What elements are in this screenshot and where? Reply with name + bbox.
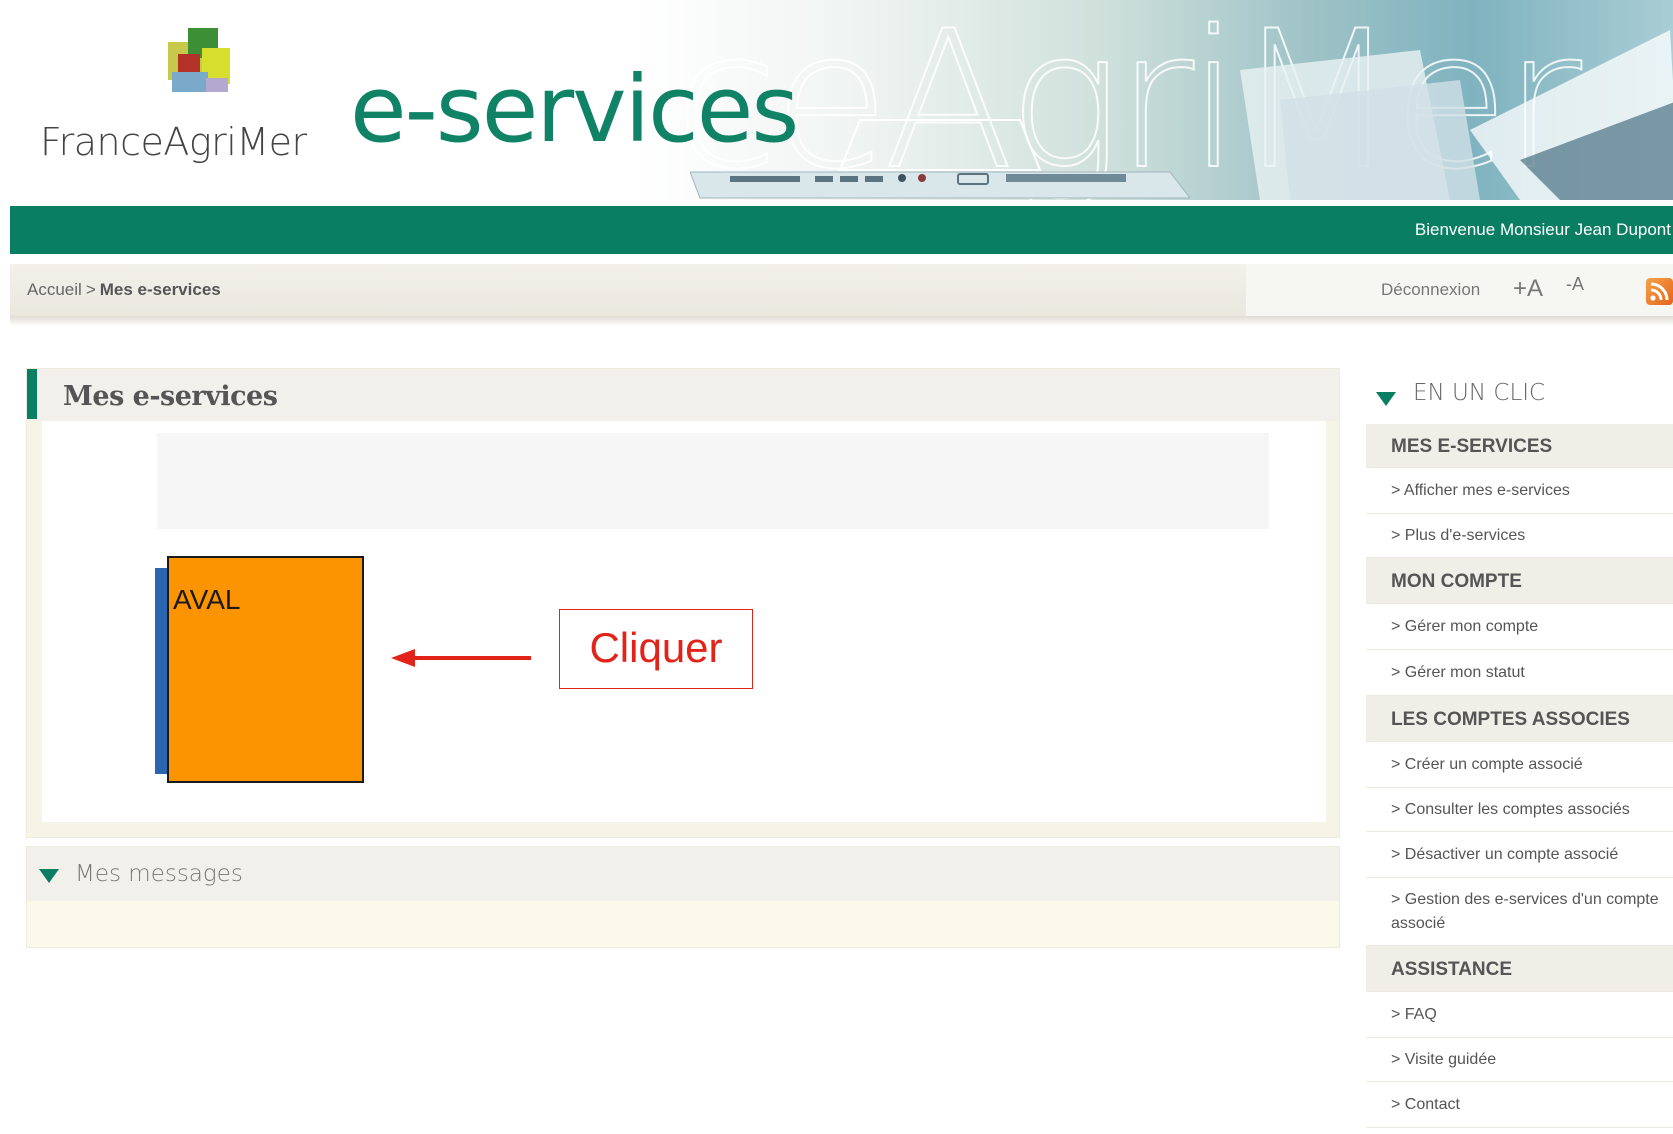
sidebar-link-gerer-mon-statut[interactable]: > Gérer mon statut: [1366, 650, 1673, 696]
breadcrumb-home-link[interactable]: Accueil: [27, 280, 82, 299]
sidebar-title[interactable]: EN UN CLIC: [1413, 380, 1545, 406]
sidebar-link-plus-e-services[interactable]: > Plus d'e-services: [1366, 514, 1673, 558]
panel-accent-bar: [27, 369, 37, 419]
sidebar-section-mes-e-services: MES E-SERVICES: [1366, 424, 1673, 468]
breadcrumb: Accueil > Mes e-services: [27, 280, 221, 300]
sidebar-link-contact[interactable]: > Contact: [1366, 1082, 1673, 1128]
logo-text[interactable]: FranceAgriMer: [40, 120, 307, 164]
sidebar-link-creer-compte-associe[interactable]: > Créer un compte associé: [1366, 742, 1673, 788]
sidebar-link-afficher-mes-e-services[interactable]: > Afficher mes e-services: [1366, 468, 1673, 514]
welcome-message: Bienvenue Monsieur Jean Dupont: [1414, 220, 1671, 239]
sidebar-section-mon-compte: MON COMPTE: [1366, 558, 1673, 604]
franceagrimer-logo-icon[interactable]: [168, 28, 238, 94]
logout-link[interactable]: Déconnexion: [1381, 280, 1480, 300]
services-strip: [157, 433, 1269, 529]
top-green-bar: Bienvenue Monsieur Jean Dupont: [10, 206, 1673, 254]
aval-service-tile[interactable]: AVAL: [167, 556, 364, 783]
click-annotation-text: Cliquer: [589, 624, 723, 671]
rss-icon[interactable]: [1646, 278, 1673, 305]
panel-title: Mes e-services: [63, 381, 278, 412]
sidebar-link-gerer-mon-compte[interactable]: > Gérer mon compte: [1366, 604, 1673, 650]
font-decrease-button[interactable]: -A: [1566, 274, 1584, 295]
sidebar-header[interactable]: EN UN CLIC: [1366, 366, 1673, 424]
breadcrumb-bar: Accueil > Mes e-services Déconnexion +A -A: [10, 264, 1673, 316]
sidebar-link-faq[interactable]: > FAQ: [1366, 992, 1673, 1038]
breadcrumb-separator: >: [85, 280, 96, 299]
user-tools: Déconnexion +A -A: [1246, 264, 1673, 316]
aval-tile-label: AVAL: [173, 584, 241, 615]
panel-body: AVAL Cliquer: [42, 421, 1326, 822]
click-annotation: Cliquer: [559, 609, 753, 689]
sidebar-section-assistance: ASSISTANCE: [1366, 946, 1673, 992]
sidebar-section-comptes-associes: LES COMPTES ASSOCIES: [1366, 696, 1673, 742]
header-banner: nceAgriMer FranceAgriMer e-services: [0, 0, 1673, 200]
mes-messages-panel: Mes messages: [26, 846, 1340, 948]
triangle-down-icon[interactable]: [39, 869, 59, 883]
font-increase-button[interactable]: +A: [1513, 275, 1543, 303]
breadcrumb-shadow: [10, 316, 1673, 326]
sidebar-link-consulter-comptes-associes[interactable]: > Consulter les comptes associés: [1366, 788, 1673, 832]
papers-illustration-icon: [1240, 30, 1673, 200]
triangle-down-icon[interactable]: [1376, 392, 1396, 406]
sidebar-link-visite-guidee[interactable]: > Visite guidée: [1366, 1038, 1673, 1082]
arrow-left-icon: [391, 649, 531, 667]
sidebar-link-gestion-e-services-compte-associe[interactable]: > Gestion des e-services d'un compte ass…: [1366, 878, 1673, 946]
messages-title[interactable]: Mes messages: [75, 861, 243, 887]
sidebar-link-desactiver-compte-associe[interactable]: > Désactiver un compte associé: [1366, 832, 1673, 878]
laptop-illustration-icon: [690, 119, 1190, 199]
sidebar: EN UN CLIC MES E-SERVICES > Afficher mes…: [1366, 366, 1673, 1134]
panel-header: Mes e-services: [27, 369, 1339, 421]
mes-e-services-panel: Mes e-services AVAL Cliquer: [26, 368, 1340, 838]
messages-header[interactable]: Mes messages: [27, 847, 1339, 901]
breadcrumb-current: Mes e-services: [99, 280, 221, 299]
